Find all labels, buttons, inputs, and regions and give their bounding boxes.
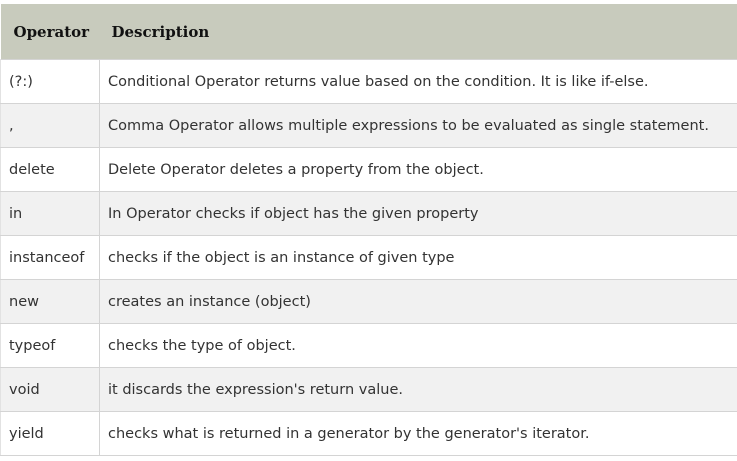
- description-cell: creates an instance (object): [99, 279, 737, 324]
- table-body: (?:) Conditional Operator returns value …: [0, 59, 737, 456]
- table-row: instanceof checks if the object is an in…: [0, 235, 737, 280]
- operator-cell: typeof: [0, 323, 100, 368]
- description-cell: In Operator checks if object has the giv…: [99, 191, 737, 236]
- table-row: yield checks what is returned in a gener…: [0, 411, 737, 456]
- header-operator: Operator: [13, 22, 90, 41]
- operator-cell: instanceof: [0, 235, 100, 280]
- header-row: Operator Description: [0, 4, 737, 60]
- operators-table: Operator Description (?:) Conditional Op…: [0, 4, 737, 456]
- table-row: typeof checks the type of object.: [0, 323, 737, 368]
- operator-cell: void: [0, 367, 100, 412]
- operator-cell: (?:): [0, 59, 100, 104]
- table-row: , Comma Operator allows multiple express…: [0, 103, 737, 148]
- table-header: Operator Description: [0, 4, 737, 60]
- operator-cell: delete: [0, 147, 100, 192]
- operators-table-container: Operator Description (?:) Conditional Op…: [0, 4, 737, 456]
- description-cell: Delete Operator deletes a property from …: [99, 147, 737, 192]
- table-row: (?:) Conditional Operator returns value …: [0, 59, 737, 104]
- description-cell: Comma Operator allows multiple expressio…: [99, 103, 737, 148]
- operator-cell: new: [0, 279, 100, 324]
- operator-cell: yield: [0, 411, 100, 456]
- description-cell: checks if the object is an instance of g…: [99, 235, 737, 280]
- operator-cell: in: [0, 191, 100, 236]
- table-row: delete Delete Operator deletes a propert…: [0, 147, 737, 192]
- header-description: Description: [111, 22, 210, 41]
- description-cell: Conditional Operator returns value based…: [99, 59, 737, 104]
- description-cell: checks what is returned in a generator b…: [99, 411, 737, 456]
- table-row: new creates an instance (object): [0, 279, 737, 324]
- operator-cell: ,: [0, 103, 100, 148]
- description-cell: checks the type of object.: [99, 323, 737, 368]
- table-row: void it discards the expression's return…: [0, 367, 737, 412]
- table-row: in In Operator checks if object has the …: [0, 191, 737, 236]
- description-cell: it discards the expression's return valu…: [99, 367, 737, 412]
